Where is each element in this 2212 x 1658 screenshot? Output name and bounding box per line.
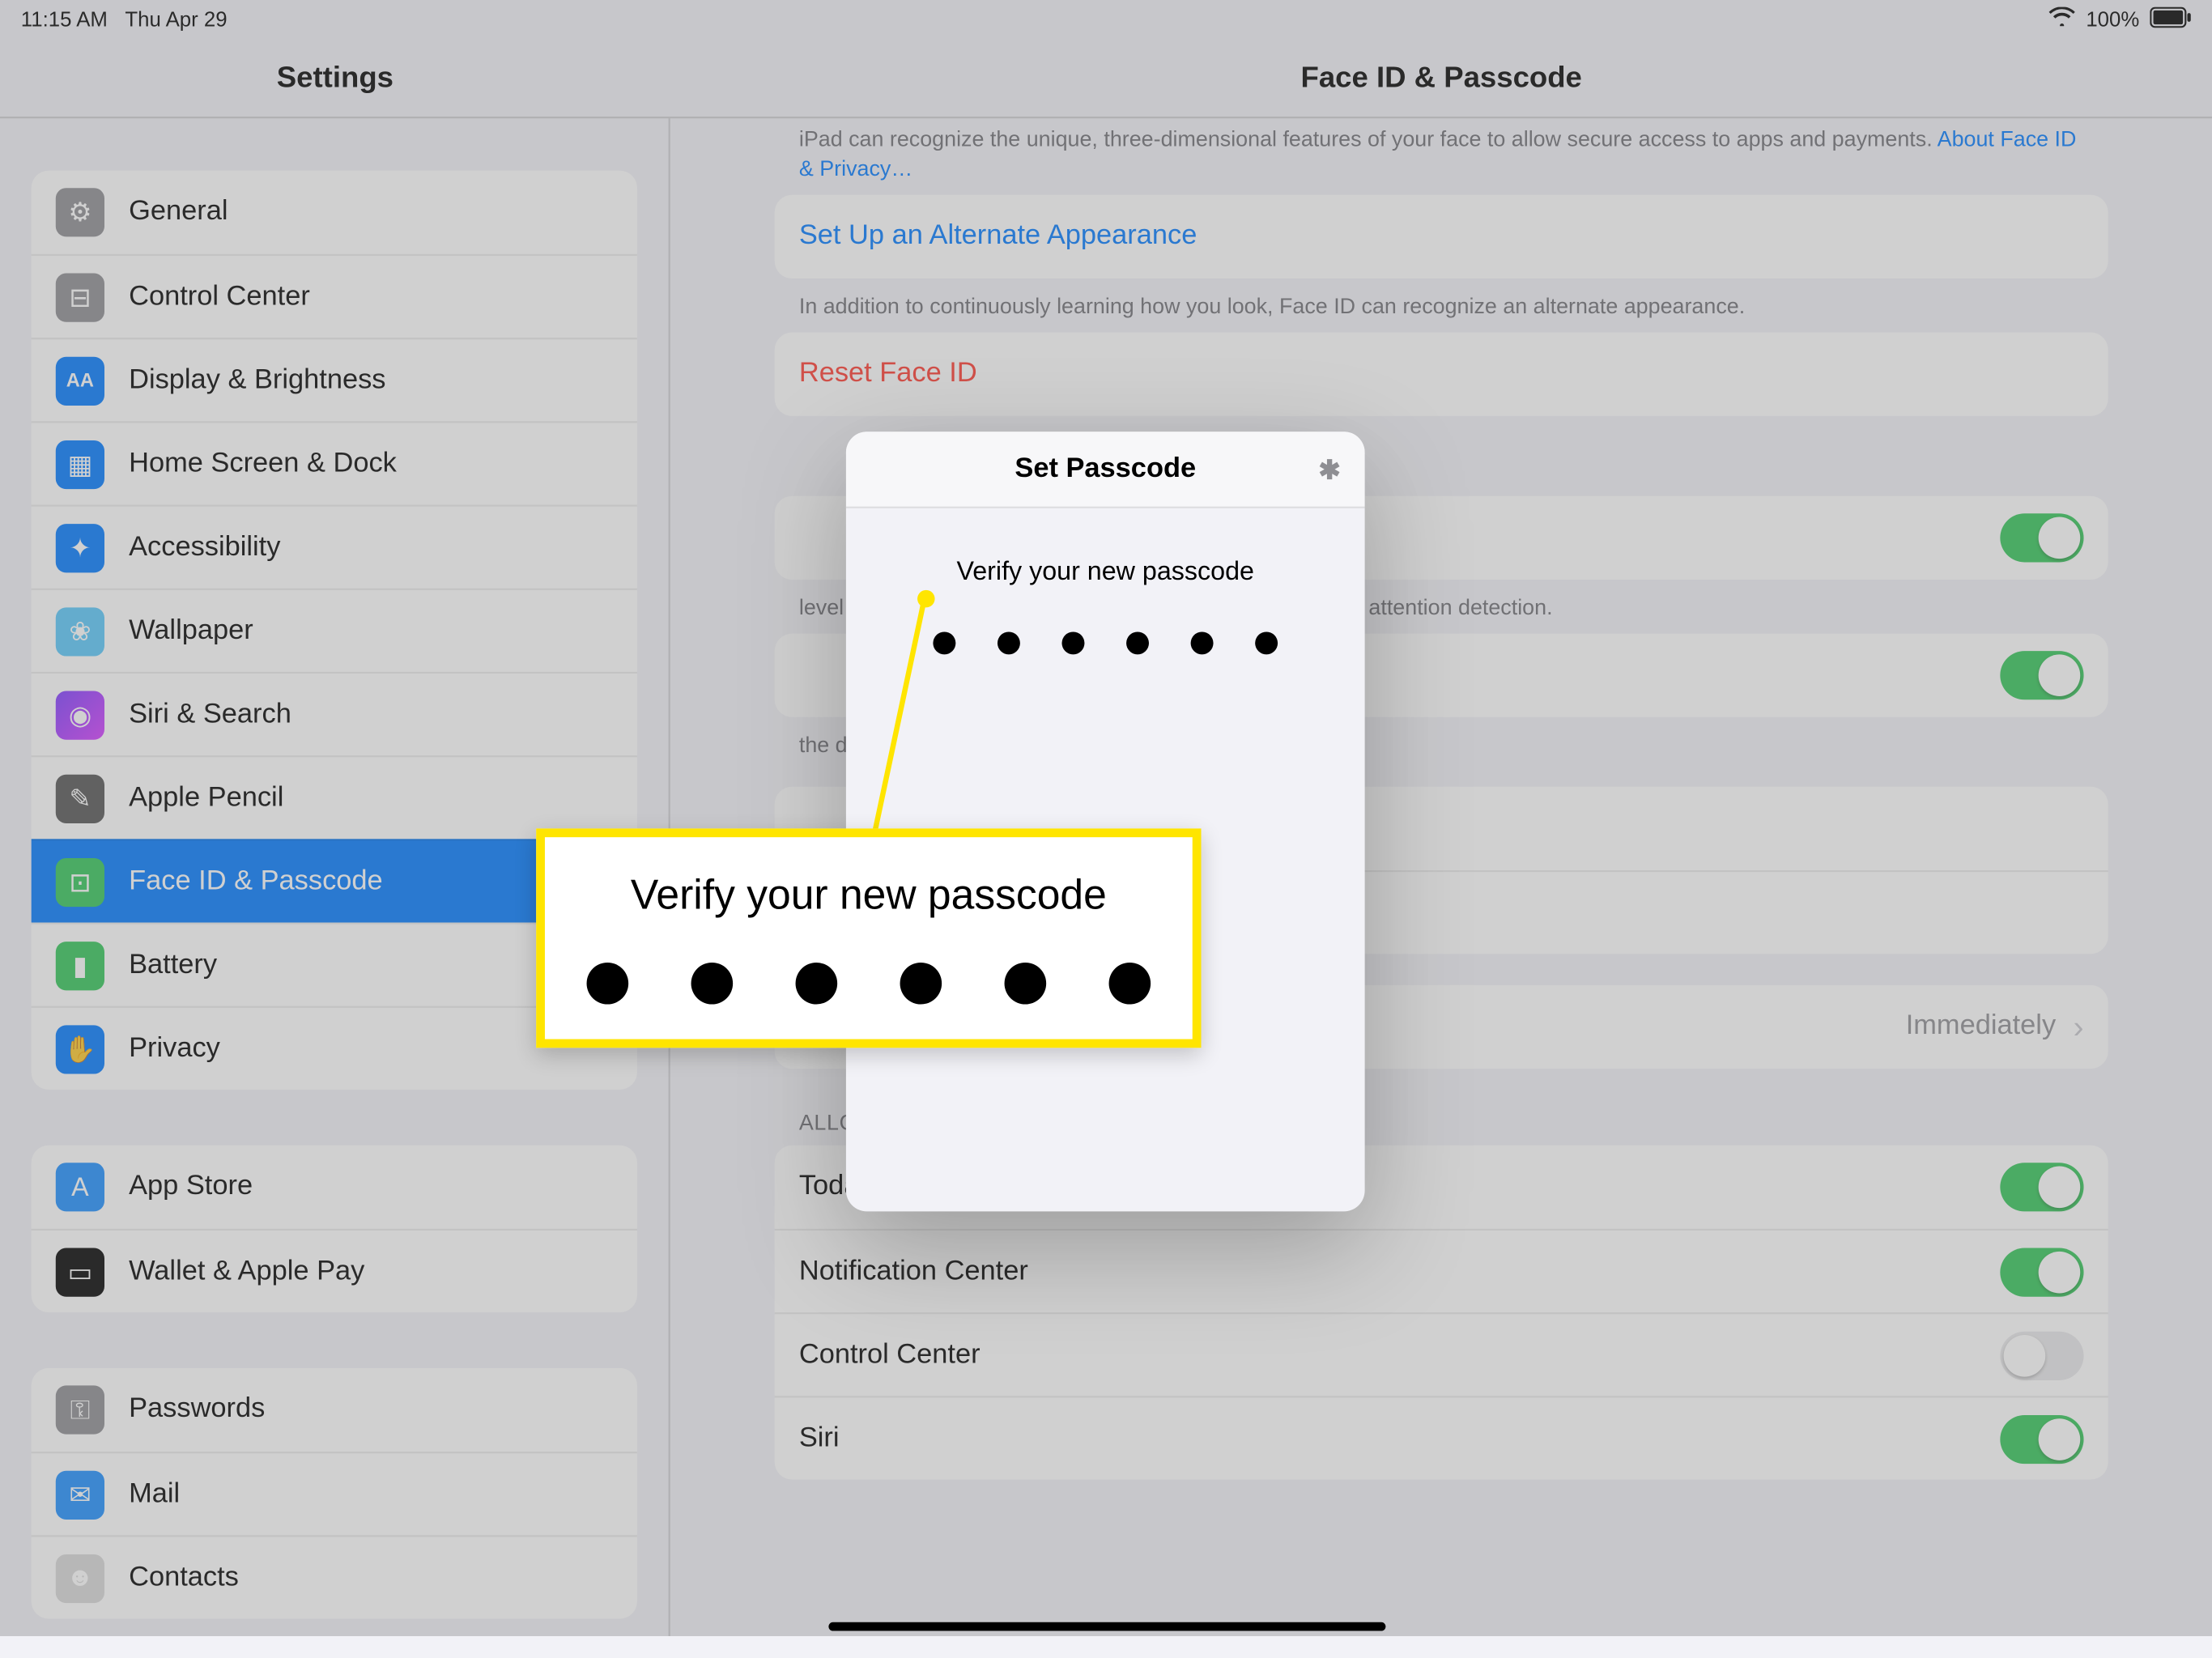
home-indicator [827,1622,1385,1631]
sidebar-item-app-store[interactable]: A App Store [32,1146,637,1229]
key-icon: ⚿ [56,1385,104,1434]
alt-appearance-caption: In addition to continuously learning how… [775,278,2108,331]
sidebar-item-label: Face ID & Passcode [129,866,383,898]
contacts-icon: ☻ [56,1554,104,1602]
chevron-right-icon: › [2074,1010,2084,1046]
sidebar-item-label: Wallpaper [129,615,253,647]
wifi-icon [2049,7,2075,32]
sidebar-item-contacts[interactable]: ☻ Contacts [32,1535,637,1618]
hand-icon: ✋ [56,1024,104,1073]
allow-toggle[interactable] [2000,1415,2083,1464]
allow-toggle[interactable] [2000,1248,2083,1296]
faceid-intro-caption: iPad can recognize the unique, three-dim… [775,118,2108,194]
allow-row-control-center[interactable]: Control Center [775,1313,2108,1397]
status-bar: 11:15 AM Thu Apr 29 100% [0,0,2212,38]
wallet-icon: ▭ [56,1247,104,1295]
battery-icon [2150,6,2192,32]
battery-percent: 100% [2086,7,2139,32]
sidebar-item-wallpaper[interactable]: ❀ Wallpaper [32,589,637,672]
settings-title: Settings [0,38,670,117]
sidebar-item-label: Privacy [129,1033,220,1065]
sidebar-item-label: Wallet & Apple Pay [129,1256,364,1287]
sidebar-item-label: App Store [129,1171,253,1203]
sidebar-item-label: Battery [129,950,217,981]
flower-icon: ❀ [56,606,104,655]
sidebar-item-mail[interactable]: ✉ Mail [32,1452,637,1535]
allow-row-siri[interactable]: Siri [775,1397,2108,1480]
sidebar-item-label: Apple Pencil [129,782,283,814]
sidebar-item-home-screen-dock[interactable]: ▦ Home Screen & Dock [32,421,637,504]
sidebar-item-display-brightness[interactable]: AA Display & Brightness [32,338,637,421]
mail-icon: ✉ [56,1470,104,1519]
sidebar-item-label: General [129,197,228,228]
siri-icon: ◉ [56,690,104,738]
setup-alternate-appearance[interactable]: Set Up an Alternate Appearance [775,194,2108,278]
allow-row-label: Siri [799,1423,840,1455]
allow-toggle[interactable] [2000,1331,2083,1380]
faceid-icon: ⊡ [56,857,104,906]
require-passcode-value: Immediately [1906,1012,2056,1044]
allow-row-label: Notification Center [799,1256,1028,1288]
allow-row-notification-center[interactable]: Notification Center [775,1230,2108,1313]
sidebar-item-accessibility[interactable]: ✦ Accessibility [32,505,637,589]
sidebar-item-label: Contacts [129,1562,239,1594]
callout-dots [587,963,1151,1005]
sidebar-item-general[interactable]: ⚙ General [32,171,637,254]
sidebar-item-control-center[interactable]: ⊟ Control Center [32,254,637,338]
passcode-prompt: Verify your new passcode [881,557,1330,587]
accessibility-icon: ✦ [56,523,104,572]
appstore-icon: A [56,1163,104,1211]
status-time: 11:15 AM [21,7,108,32]
sidebar-item-label: Siri & Search [129,699,291,730]
modal-title: Set Passcode [1015,453,1196,485]
callout-pointer-dot [917,590,935,608]
page-title: Face ID & Passcode [670,38,2212,117]
navbar: Settings Face ID & Passcode [0,38,2212,118]
attention-aware-toggle[interactable] [2000,650,2083,699]
pencil-icon: ✎ [56,774,104,823]
require-attention-toggle[interactable] [2000,512,2083,561]
allow-row-label: Control Center [799,1340,981,1371]
battery-icon: ▮ [56,941,104,989]
grid-icon: ▦ [56,440,104,488]
set-passcode-modal: Set Passcode ✱ Verify your new passcode [846,432,1365,1211]
reset-face-id[interactable]: Reset Face ID [775,332,2108,415]
spinner-icon: ✱ [1318,453,1340,485]
passcode-dots[interactable] [881,631,1330,654]
sidebar-item-label: Passwords [129,1394,265,1426]
callout-text: Verify your new passcode [631,872,1107,920]
allow-toggle[interactable] [2000,1163,2083,1212]
sidebar-item-label: Control Center [129,281,310,312]
sidebar-item-wallet-apple-pay[interactable]: ▭ Wallet & Apple Pay [32,1229,637,1312]
sidebar-item-siri-search[interactable]: ◉ Siri & Search [32,672,637,755]
gear-icon: ⚙ [56,188,104,236]
sidebar-item-label: Accessibility [129,532,280,563]
sidebar-item-apple-pencil[interactable]: ✎ Apple Pencil [32,755,637,839]
sidebar-item-label: Mail [129,1478,180,1510]
modal-header: Set Passcode ✱ [846,432,1365,508]
sidebar-item-passwords[interactable]: ⚿ Passwords [32,1368,637,1452]
callout-highlight: Verify your new passcode [536,828,1201,1048]
sidebar-item-label: Display & Brightness [129,364,385,396]
status-date: Thu Apr 29 [125,7,227,32]
sliders-icon: ⊟ [56,272,104,321]
sidebar-item-label: Home Screen & Dock [129,449,397,480]
text-size-icon: AA [56,356,104,405]
